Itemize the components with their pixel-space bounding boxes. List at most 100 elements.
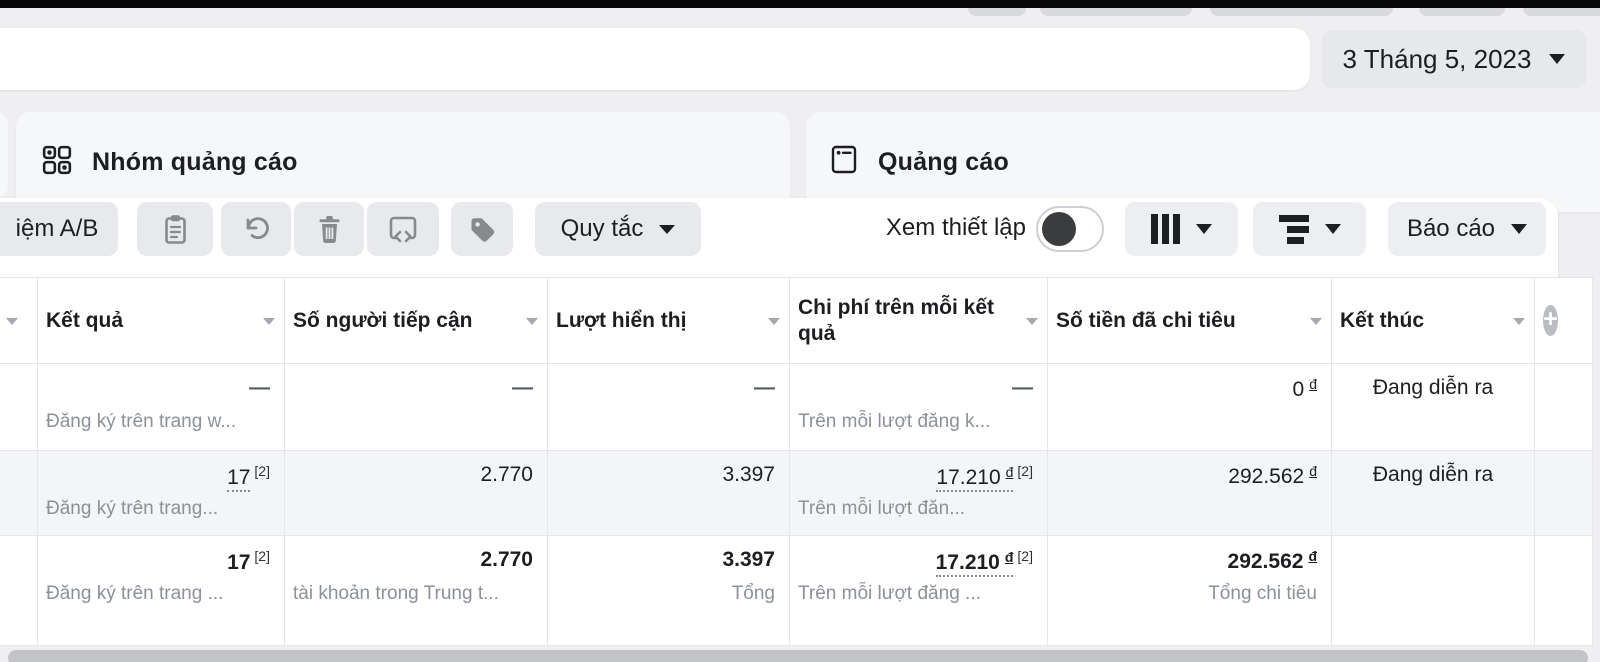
date-range-button[interactable]: 3 Tháng 5, 2023 — [1322, 30, 1586, 88]
dong-symbol: đ — [1005, 464, 1014, 480]
cell-cost-per-result: 17.210 đ [2] Trên mỗi lượt đăn... — [790, 451, 1048, 536]
spent-value: 292.562 đ — [1228, 463, 1317, 488]
chevron-down-icon — [1511, 224, 1528, 234]
cell-impressions: 3.397 Tổng — [548, 536, 790, 646]
tab-adsets[interactable]: Nhóm quảng cáo — [16, 112, 790, 212]
cell-reach: 2.770 — [285, 451, 548, 536]
reference-marker: [2] — [254, 548, 270, 564]
reach-total: 2.770 — [480, 548, 533, 571]
dong-symbol: đ — [1309, 376, 1317, 392]
cell-results: 17 [2] Đăng ký trên trang... — [38, 451, 285, 536]
cell-reach: — — [285, 364, 548, 451]
spent-subtext: Tổng chi tiêu — [1208, 583, 1317, 604]
column-caret-icon[interactable] — [263, 318, 275, 325]
clipboard-icon — [162, 214, 189, 245]
trash-icon — [317, 215, 342, 244]
header-label: Kết quả — [46, 308, 124, 332]
cell-amount-spent: 0đ — [1048, 364, 1332, 451]
delete-button[interactable] — [294, 202, 364, 256]
header-label: Lượt hiển thị — [556, 308, 687, 332]
search-filter-bar[interactable] — [0, 28, 1310, 90]
arrows-box-icon — [388, 215, 418, 243]
header-cell-amount-spent[interactable]: Số tiền đã chi tiêu — [1048, 278, 1332, 364]
reference-marker: [2] — [254, 463, 270, 479]
view-setup-label: Xem thiết lập — [885, 214, 1026, 241]
column-caret-icon[interactable] — [6, 318, 18, 325]
topbar — [0, 0, 1600, 8]
plus-circle-icon: + — [1543, 305, 1558, 336]
undo-icon — [242, 216, 270, 243]
add-column-button[interactable]: + — [1535, 278, 1593, 364]
rules-label: Quy tắc — [560, 215, 644, 242]
header-cell-results[interactable]: Kết quả — [38, 278, 285, 364]
ab-test-label: iệm A/B — [15, 215, 99, 242]
duplicate-button[interactable] — [137, 202, 213, 256]
results-total: 17 [2] — [227, 548, 270, 574]
ends-value: Đang diễn ra — [1372, 376, 1494, 399]
rules-button[interactable]: Quy tắc — [535, 202, 701, 256]
column-caret-icon[interactable] — [1310, 318, 1322, 325]
cell-amount-spent: 292.562 đ Tổng chi tiêu — [1048, 536, 1332, 646]
cell-select — [0, 364, 38, 451]
results-value[interactable]: 17 [2] — [227, 463, 270, 492]
header-cell-impressions[interactable]: Lượt hiển thị — [548, 278, 790, 364]
impressions-subtext: Tổng — [731, 583, 775, 604]
adsets-grid-icon — [42, 145, 72, 180]
spent-value: 0đ — [1292, 376, 1317, 401]
cell-cost-per-result: 17.210 đ [2] Trên mỗi lượt đăng ... — [790, 536, 1048, 646]
table-row[interactable]: — Đăng ký trên trang w... — — — Trên mỗi… — [0, 364, 1593, 451]
cost-subtext: Trên mỗi lượt đăng ... — [798, 583, 981, 604]
header-label: Số người tiếp cận — [293, 308, 473, 332]
column-caret-icon[interactable] — [526, 318, 538, 325]
arrows-box-button[interactable] — [367, 202, 439, 256]
impressions-value: — — [754, 376, 775, 399]
results-value: — — [249, 376, 270, 399]
header-cell-ends[interactable]: Kết thúc — [1332, 278, 1535, 364]
horizontal-scrollbar-thumb[interactable] — [8, 650, 1588, 662]
reach-value: 2.770 — [480, 463, 533, 486]
cell-ends: Đang diễn ra — [1332, 451, 1535, 536]
results-subtext: Đăng ký trên trang ... — [46, 583, 224, 604]
table-header-row: Kết quả Số người tiếp cận Lượt hiển thị … — [0, 278, 1593, 364]
reach-value: — — [512, 376, 533, 399]
column-caret-icon[interactable] — [768, 318, 780, 325]
cell-results: — Đăng ký trên trang w... — [38, 364, 285, 451]
ends-value: Đang diễn ra — [1372, 463, 1494, 486]
column-caret-icon[interactable] — [1513, 318, 1525, 325]
chevron-down-icon — [659, 224, 676, 234]
cost-total[interactable]: 17.210 đ [2] — [935, 548, 1033, 577]
cell-select — [0, 451, 38, 536]
cell-extra — [1535, 536, 1593, 646]
tag-button[interactable] — [451, 202, 513, 256]
columns-button[interactable] — [1125, 202, 1238, 256]
tag-icon — [469, 216, 496, 243]
cell-select — [0, 536, 38, 646]
cell-impressions: — — [548, 364, 790, 451]
cost-value[interactable]: 17.210 đ [2] — [936, 463, 1033, 492]
cell-ends: Đang diễn ra — [1332, 364, 1535, 451]
header-cell-clipped[interactable] — [0, 278, 38, 364]
breakdown-button[interactable] — [1253, 202, 1366, 256]
undo-button[interactable] — [221, 202, 291, 256]
ab-test-button[interactable]: iệm A/B — [0, 202, 118, 256]
results-subtext: Đăng ký trên trang w... — [46, 411, 237, 432]
report-button[interactable]: Báo cáo — [1388, 202, 1546, 256]
tab-campaigns-clipped — [0, 112, 8, 198]
date-range-label: 3 Tháng 5, 2023 — [1342, 43, 1532, 74]
cell-ends — [1332, 536, 1535, 646]
impressions-total: 3.397 — [722, 548, 775, 571]
dong-symbol: đ — [1004, 549, 1014, 565]
header-cell-reach[interactable]: Số người tiếp cận — [285, 278, 548, 364]
header-cell-cost-per-result[interactable]: Chi phí trên mỗi kết quả — [790, 278, 1048, 364]
column-caret-icon[interactable] — [1026, 318, 1038, 325]
header-label: Chi phí trên mỗi kết quả — [798, 295, 995, 345]
chevron-down-icon — [1196, 224, 1212, 234]
header-label: Kết thúc — [1340, 308, 1424, 332]
cell-extra — [1535, 364, 1593, 451]
tab-ads[interactable]: Quảng cáo — [806, 112, 1600, 212]
table-row-selected[interactable]: 17 [2] Đăng ký trên trang... 2.770 3.397 … — [0, 451, 1593, 536]
ad-icon — [830, 144, 858, 180]
view-setup-toggle[interactable] — [1036, 206, 1104, 252]
cost-subtext: Trên mỗi lượt đăn... — [798, 498, 966, 519]
tab-ads-label: Quảng cáo — [878, 147, 1009, 176]
